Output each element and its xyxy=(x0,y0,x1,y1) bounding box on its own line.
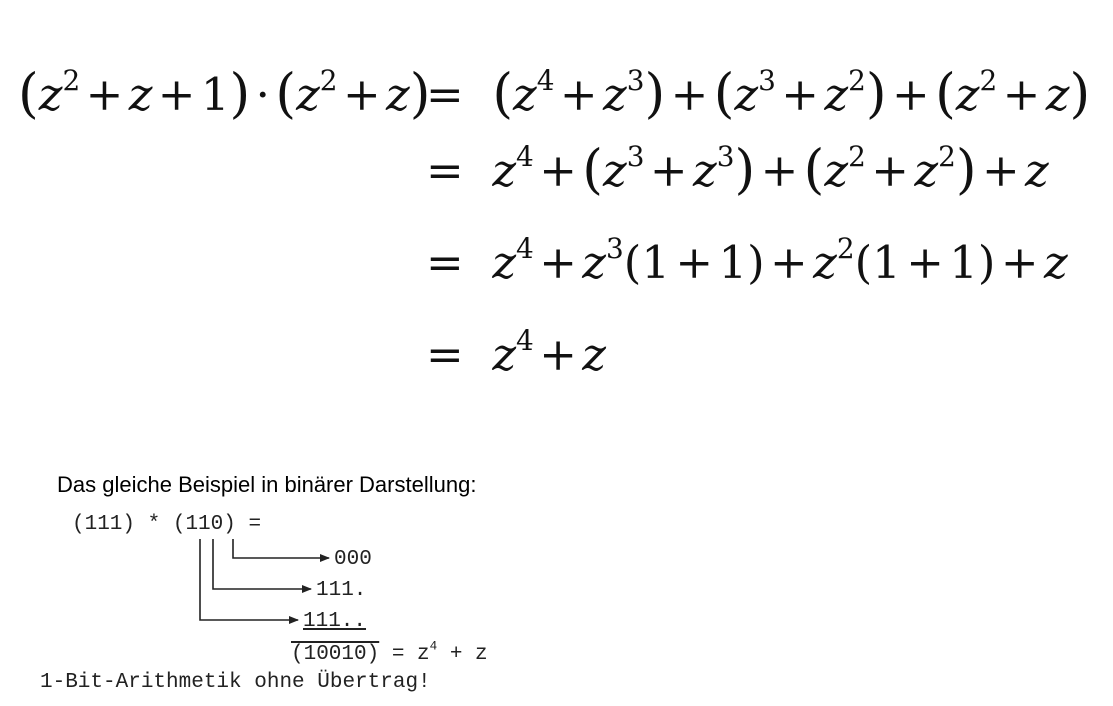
connector-arrow-1 xyxy=(232,539,330,562)
connector-arrows xyxy=(199,539,330,624)
connector-arrow-3 xyxy=(199,539,299,624)
connector-arrow-2 xyxy=(212,539,312,593)
